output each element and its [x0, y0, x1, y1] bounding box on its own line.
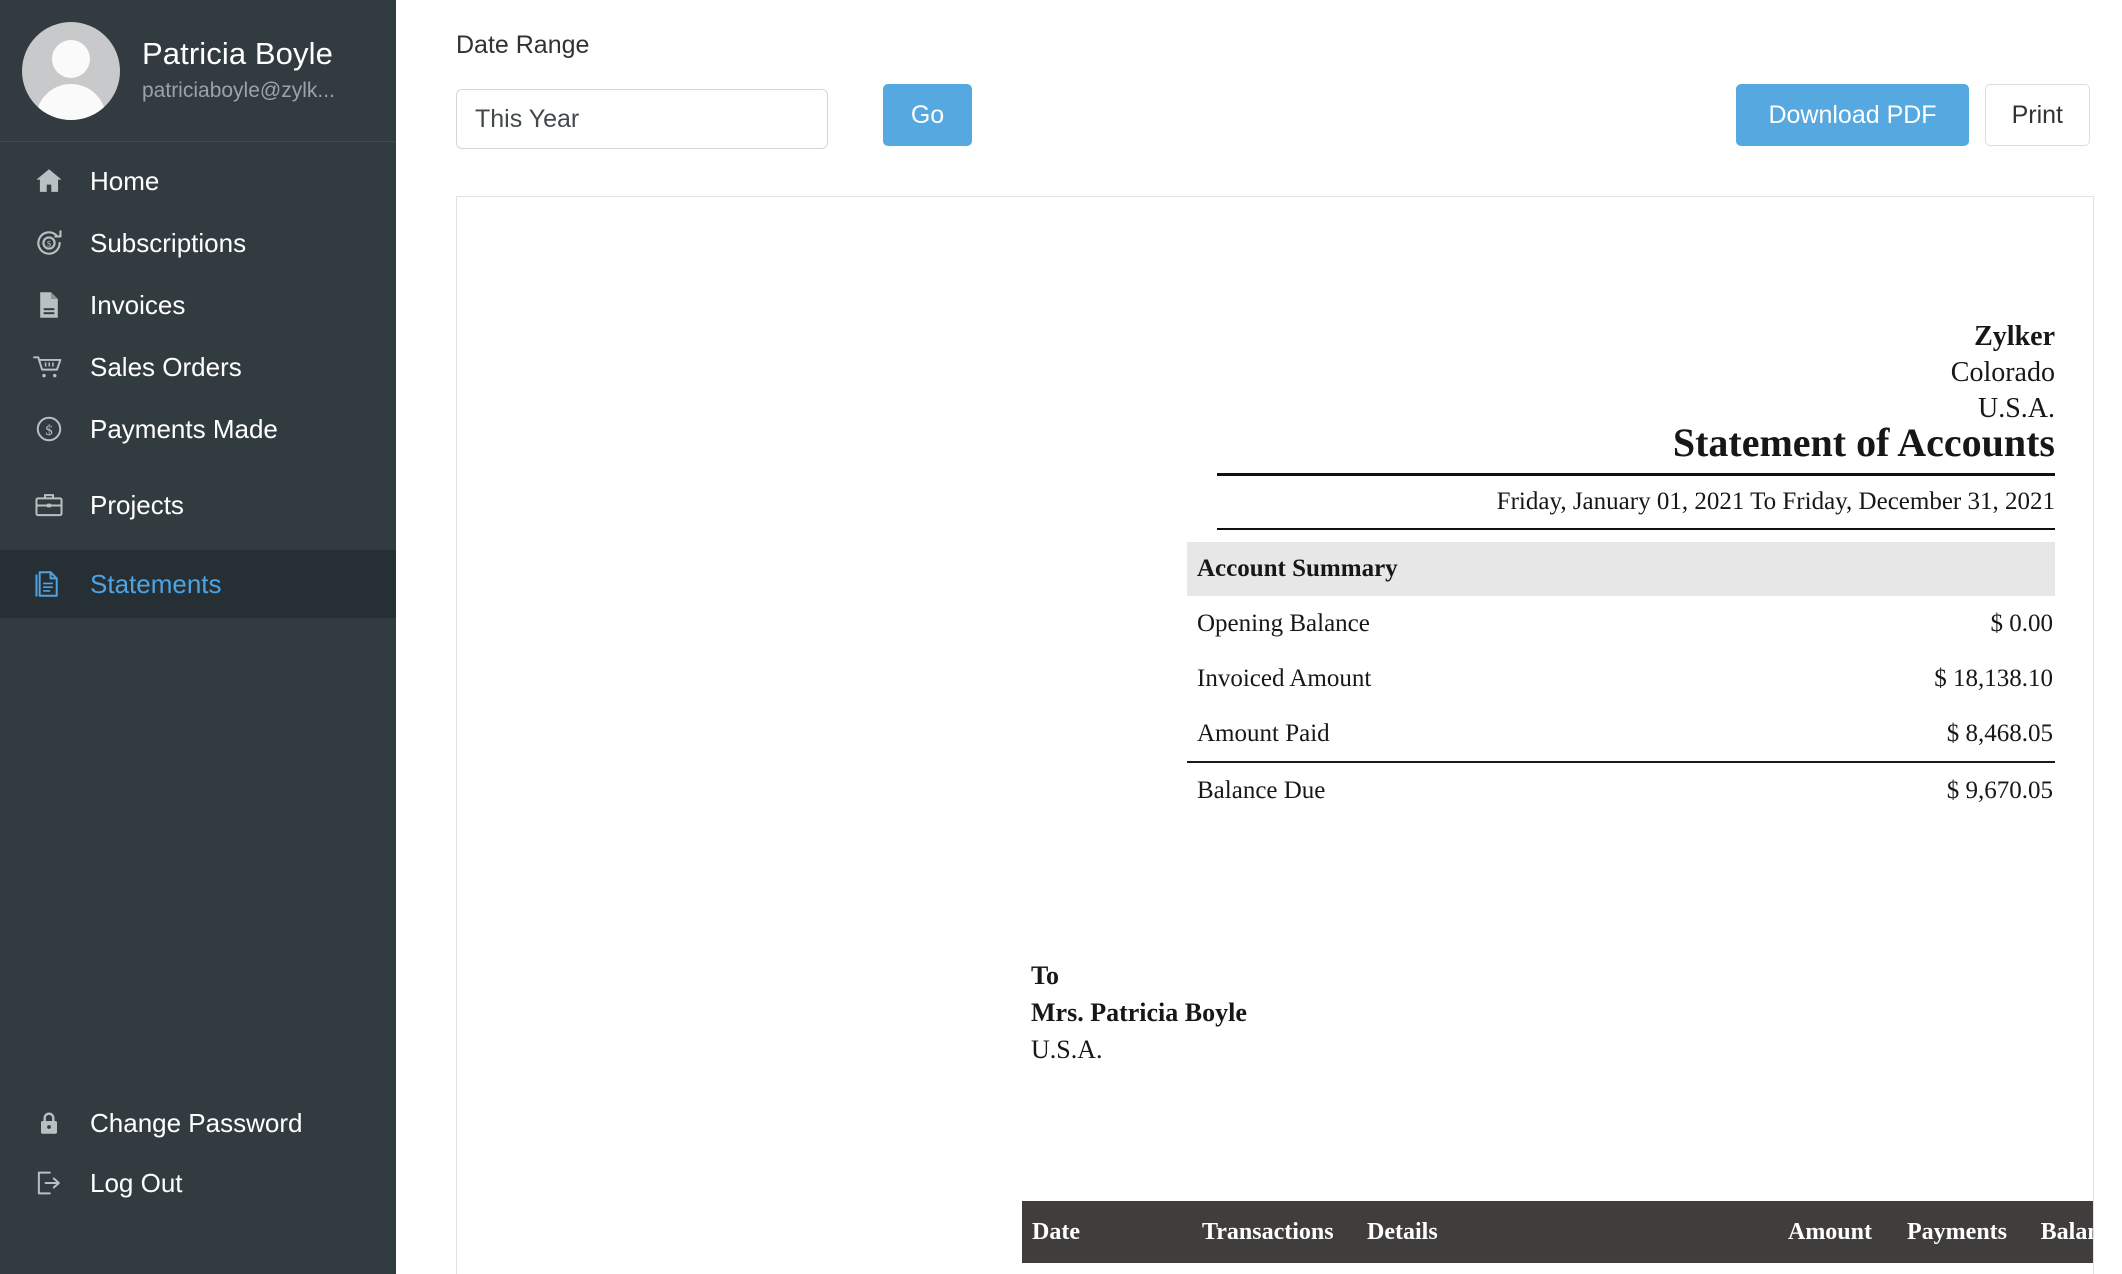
logout-icon	[28, 1167, 70, 1199]
statement-period: Friday, January 01, 2021 To Friday, Dece…	[1217, 476, 2055, 530]
sidebar-item-label: Invoices	[90, 290, 186, 320]
projects-icon	[28, 489, 70, 521]
profile-name: Patricia Boyle	[142, 36, 333, 71]
sidebar-item-label: Payments Made	[90, 414, 278, 444]
svg-text:$: $	[45, 423, 52, 439]
print-button[interactable]: Print	[1984, 84, 2090, 146]
sidebar-item-log-out[interactable]: Log Out	[0, 1154, 396, 1212]
sales-orders-icon	[28, 351, 70, 383]
cell-amount: 0.00	[1727, 1263, 1872, 1274]
summary-label: Balance Due	[1197, 777, 1326, 804]
sidebar-item-statements[interactable]: Statements	[0, 550, 396, 618]
table-row: Friday, January 01, 2021 ***Opening Bala…	[1022, 1263, 2093, 1274]
cell-balance: 0.00	[2007, 1263, 2093, 1274]
company-name: Zylker	[1974, 321, 2055, 352]
transactions-table: Date Transactions Details Amount Payment…	[1022, 1201, 2093, 1274]
sidebar-nav-bottom: Change Password Log Out	[0, 1094, 396, 1274]
cell-transaction: ***Opening Balance***	[1202, 1263, 1367, 1274]
sidebar-item-sales-orders[interactable]: Sales Orders	[0, 336, 396, 398]
invoices-icon	[28, 289, 70, 321]
recipient-heading: To	[1031, 961, 1059, 990]
lock-icon	[28, 1107, 70, 1139]
column-header-transactions: Transactions	[1202, 1201, 1367, 1263]
column-header-balance: Balance	[2007, 1201, 2093, 1263]
toolbar: Date Range Go Download PDF Print	[396, 0, 2122, 149]
summary-value: $ 18,138.10	[1934, 665, 2053, 692]
sidebar-item-label: Projects	[90, 490, 184, 520]
recipient-name: Mrs. Patricia Boyle	[1031, 998, 1247, 1027]
date-range-label: Date Range	[456, 31, 590, 59]
summary-label: Invoiced Amount	[1197, 665, 1372, 692]
column-header-amount: Amount	[1727, 1201, 1872, 1263]
svg-text:$: $	[47, 238, 51, 248]
column-header-details: Details	[1367, 1201, 1727, 1263]
cell-details	[1367, 1263, 1727, 1274]
avatar-head	[52, 39, 90, 78]
summary-row-invoiced-amount: Invoiced Amount $ 18,138.10	[1187, 651, 2055, 706]
sidebar-item-payments-made[interactable]: $ Payments Made	[0, 398, 396, 460]
sidebar-item-label: Sales Orders	[90, 352, 242, 382]
company-address: Zylker Colorado U.S.A.	[1951, 319, 2055, 427]
statement-title: Statement of Accounts	[1217, 419, 2055, 476]
transactions-table-wrapper: Date Transactions Details Amount Payment…	[1022, 1201, 2093, 1274]
profile-email: patriciaboyle@zylk...	[142, 79, 335, 102]
statement-title-block: Statement of Accounts Friday, January 01…	[1217, 419, 2055, 530]
go-button[interactable]: Go	[883, 84, 972, 146]
main-content: Date Range Go Download PDF Print Zylker …	[396, 0, 2122, 1274]
sidebar-item-label: Change Password	[90, 1108, 303, 1138]
sidebar-item-label: Log Out	[90, 1168, 183, 1198]
cell-date: Friday, January 01, 2021	[1022, 1263, 1202, 1274]
date-range-input[interactable]	[456, 89, 828, 149]
sidebar-item-projects[interactable]: Projects	[0, 474, 396, 536]
account-summary-heading: Account Summary	[1187, 542, 2055, 596]
summary-value: $ 8,468.05	[1946, 720, 2053, 747]
column-header-payments: Payments	[1872, 1201, 2007, 1263]
recipient-address: To Mrs. Patricia Boyle U.S.A.	[1031, 957, 1247, 1068]
sidebar-item-label: Statements	[90, 569, 222, 599]
statement-document-panel: Zylker Colorado U.S.A. Statement of Acco…	[456, 196, 2094, 1274]
summary-row-opening-balance: Opening Balance $ 0.00	[1187, 596, 2055, 651]
sidebar-item-label: Subscriptions	[90, 228, 247, 258]
sidebar-nav: Home $ Subscriptions Invoices Sales Orde…	[0, 142, 396, 618]
avatar-body	[36, 83, 106, 120]
summary-value: $ 9,670.05	[1946, 777, 2053, 804]
statements-icon	[28, 568, 70, 600]
company-state: Colorado	[1950, 357, 2055, 388]
avatar	[22, 21, 120, 120]
summary-label: Amount Paid	[1197, 720, 1330, 747]
subscriptions-icon: $	[28, 227, 70, 259]
home-icon	[28, 165, 70, 197]
column-header-date: Date	[1022, 1201, 1202, 1263]
summary-value: $ 0.00	[1990, 610, 2054, 637]
sidebar-item-change-password[interactable]: Change Password	[0, 1094, 396, 1152]
download-pdf-button[interactable]: Download PDF	[1736, 84, 1969, 146]
toolbar-actions: Download PDF Print	[1736, 84, 2090, 146]
profile-block[interactable]: Patricia Boyle patriciaboyle@zylk...	[0, 0, 396, 142]
recipient-country: U.S.A.	[1031, 1035, 1103, 1064]
sidebar-item-subscriptions[interactable]: $ Subscriptions	[0, 212, 396, 274]
account-summary: Account Summary Opening Balance $ 0.00 I…	[1187, 542, 2055, 818]
summary-row-balance-due: Balance Due $ 9,670.05	[1187, 763, 2055, 818]
cell-payments	[1872, 1263, 2007, 1274]
sidebar-item-label: Home	[90, 166, 160, 196]
sidebar-item-home[interactable]: Home	[0, 150, 396, 212]
payments-made-icon: $	[28, 413, 70, 445]
sidebar: Patricia Boyle patriciaboyle@zylk... Hom…	[0, 0, 396, 1274]
sidebar-item-invoices[interactable]: Invoices	[0, 274, 396, 336]
table-header-row: Date Transactions Details Amount Payment…	[1022, 1201, 2093, 1263]
summary-label: Opening Balance	[1197, 610, 1370, 637]
summary-row-amount-paid: Amount Paid $ 8,468.05	[1187, 706, 2055, 763]
